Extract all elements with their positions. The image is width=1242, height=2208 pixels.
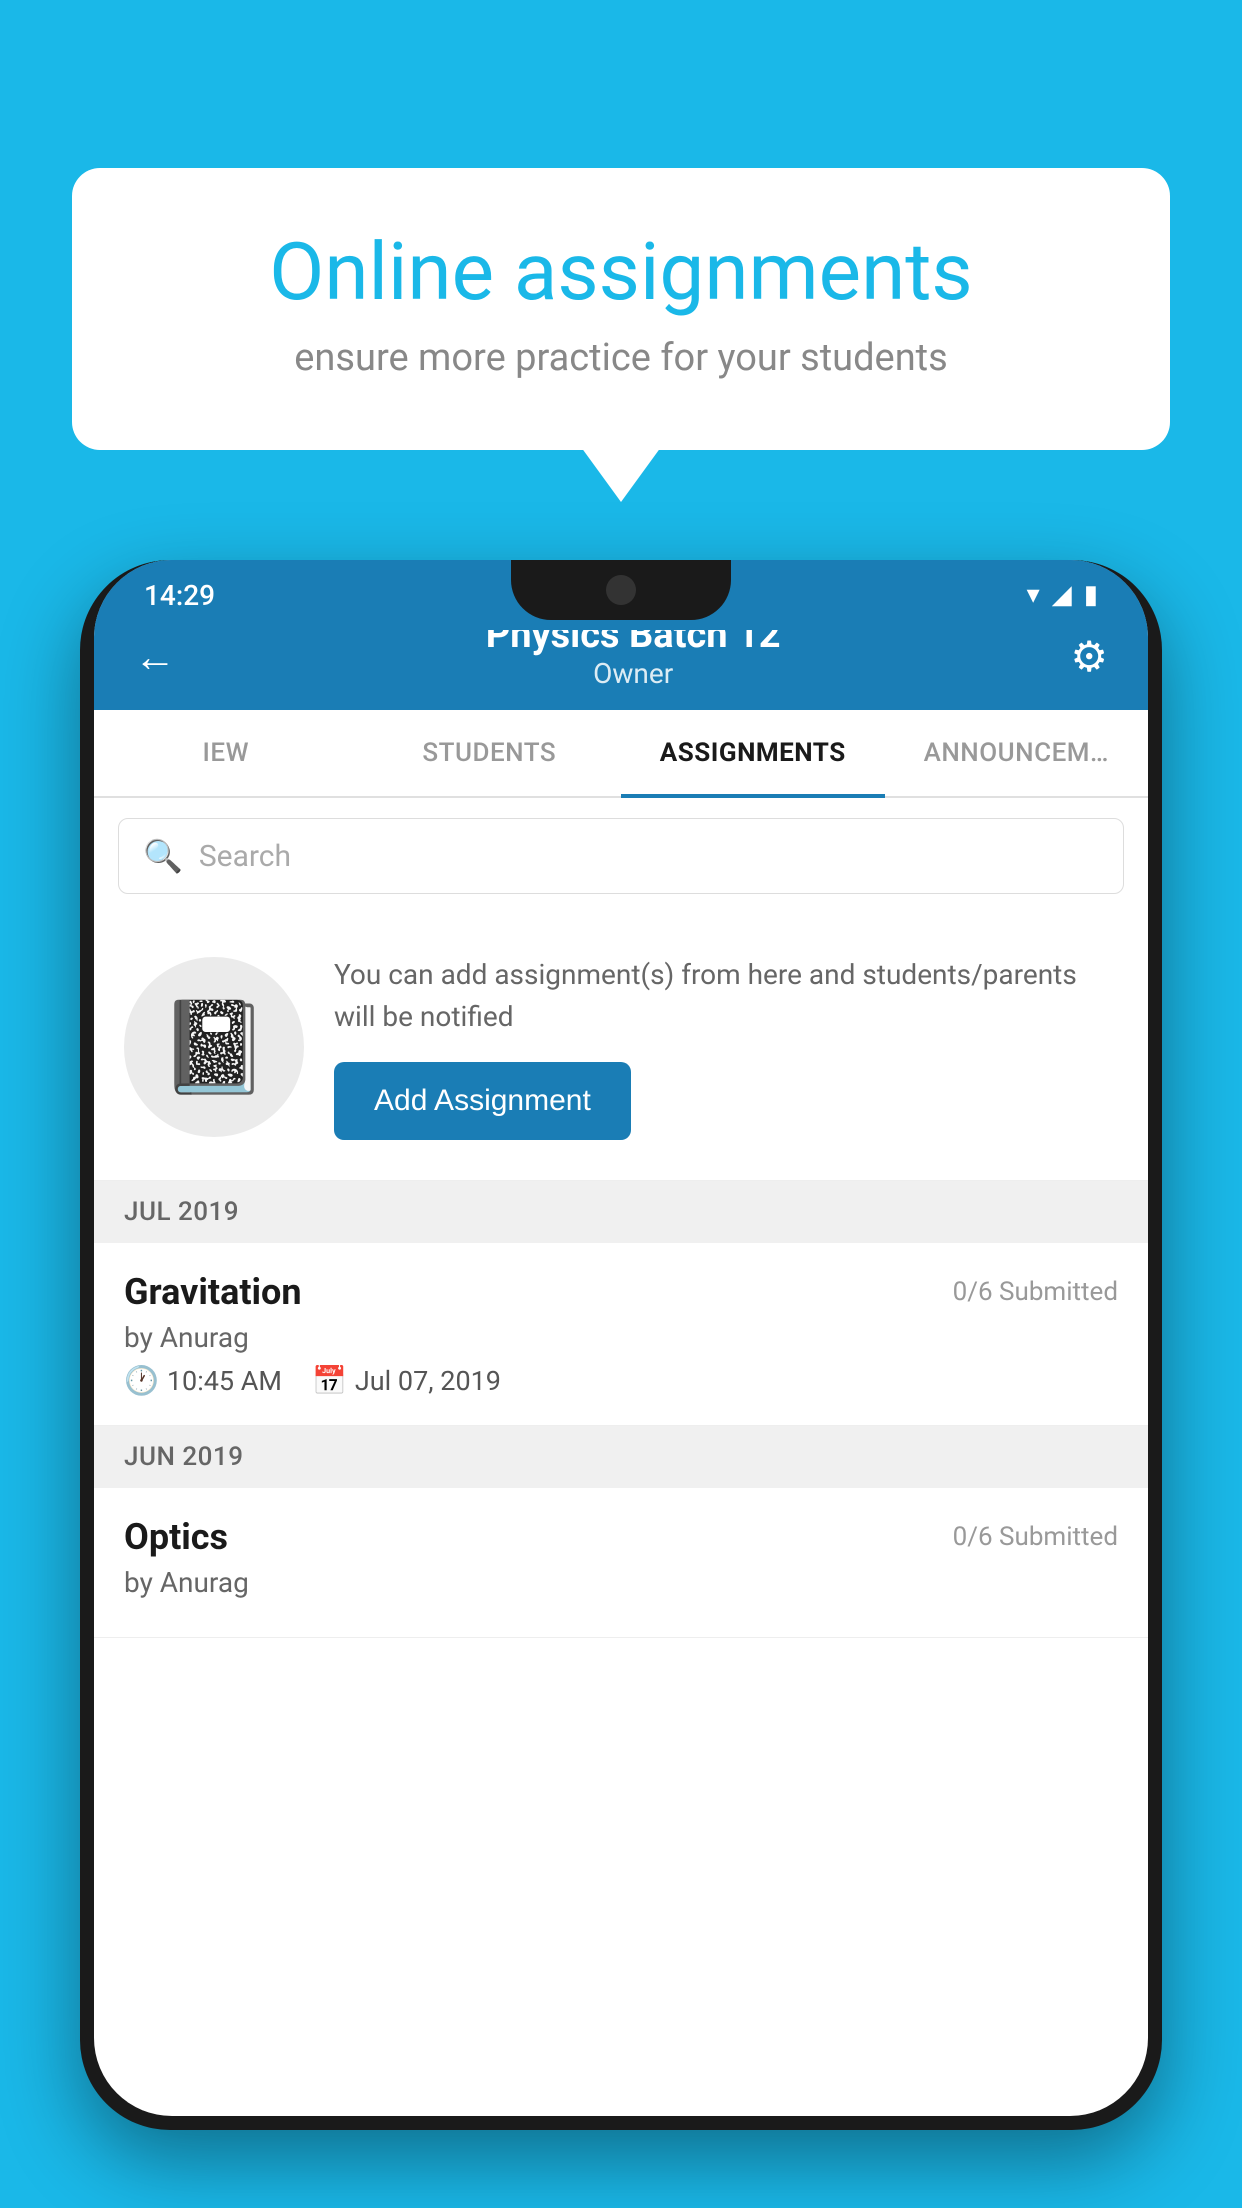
assignment-author-gravitation: by Anurag <box>124 1321 1118 1354</box>
wifi-icon: ▾ <box>1027 580 1040 610</box>
search-container: 🔍 Search <box>94 798 1148 914</box>
search-bar[interactable]: 🔍 Search <box>118 818 1124 894</box>
assignment-item-optics[interactable]: Optics 0/6 Submitted by Anurag <box>94 1488 1148 1638</box>
assignment-top-row-optics: Optics 0/6 Submitted <box>124 1516 1118 1558</box>
phone-camera <box>606 575 636 605</box>
clock-icon: 🕐 <box>124 1364 159 1397</box>
back-button[interactable]: ← <box>134 633 176 690</box>
phone-wrapper: 14:29 ▾ ◢ ▮ ← Physics Batch 12 Owner ⚙ I… <box>80 560 1162 2208</box>
search-icon: 🔍 <box>143 837 183 875</box>
notebook-icon-circle: 📓 <box>124 957 304 1137</box>
phone-screen: 14:29 ▾ ◢ ▮ ← Physics Batch 12 Owner ⚙ I… <box>94 560 1148 2116</box>
speech-bubble-wrapper: Online assignments ensure more practice … <box>72 168 1170 450</box>
search-placeholder: Search <box>199 839 291 874</box>
calendar-icon: 📅 <box>312 1364 347 1397</box>
add-section-description: You can add assignment(s) from here and … <box>334 954 1118 1038</box>
assignment-submitted-gravitation: 0/6 Submitted <box>953 1277 1118 1307</box>
battery-icon: ▮ <box>1084 580 1098 610</box>
assignment-item-gravitation[interactable]: Gravitation 0/6 Submitted by Anurag 🕐 10… <box>94 1243 1148 1426</box>
status-icons: ▾ ◢ ▮ <box>1027 580 1098 610</box>
tab-iew[interactable]: IEW <box>94 710 358 796</box>
assignment-submitted-optics: 0/6 Submitted <box>953 1522 1118 1552</box>
add-section-right: You can add assignment(s) from here and … <box>334 954 1118 1140</box>
assignment-time-gravitation: 🕐 10:45 AM <box>124 1364 282 1397</box>
assignment-top-row: Gravitation 0/6 Submitted <box>124 1271 1118 1313</box>
assignment-meta-gravitation: 🕐 10:45 AM 📅 Jul 07, 2019 <box>124 1364 1118 1397</box>
phone-notch <box>511 560 731 620</box>
assignment-title-gravitation: Gravitation <box>124 1271 302 1313</box>
settings-icon[interactable]: ⚙ <box>1070 632 1108 690</box>
tab-assignments[interactable]: ASSIGNMENTS <box>621 710 885 796</box>
phone-frame: 14:29 ▾ ◢ ▮ ← Physics Batch 12 Owner ⚙ I… <box>80 560 1162 2130</box>
add-assignment-section: 📓 You can add assignment(s) from here an… <box>94 914 1148 1181</box>
section-header-jun2019: JUN 2019 <box>94 1426 1148 1488</box>
status-time: 14:29 <box>144 579 215 612</box>
add-assignment-button[interactable]: Add Assignment <box>334 1062 631 1140</box>
section-header-jul2019: JUL 2019 <box>94 1181 1148 1243</box>
bubble-title: Online assignments <box>142 228 1100 316</box>
tab-announcements[interactable]: ANNOUNCEM… <box>885 710 1149 796</box>
assignment-date-gravitation: 📅 Jul 07, 2019 <box>312 1364 501 1397</box>
speech-bubble: Online assignments ensure more practice … <box>72 168 1170 450</box>
signal-icon: ◢ <box>1052 580 1072 610</box>
assignment-author-optics: by Anurag <box>124 1566 1118 1599</box>
bubble-subtitle: ensure more practice for your students <box>142 336 1100 380</box>
notebook-icon: 📓 <box>158 995 270 1100</box>
tab-students[interactable]: STUDENTS <box>358 710 622 796</box>
header-subtitle: Owner <box>196 657 1070 690</box>
assignment-title-optics: Optics <box>124 1516 228 1558</box>
tabs-bar: IEW STUDENTS ASSIGNMENTS ANNOUNCEM… <box>94 710 1148 798</box>
